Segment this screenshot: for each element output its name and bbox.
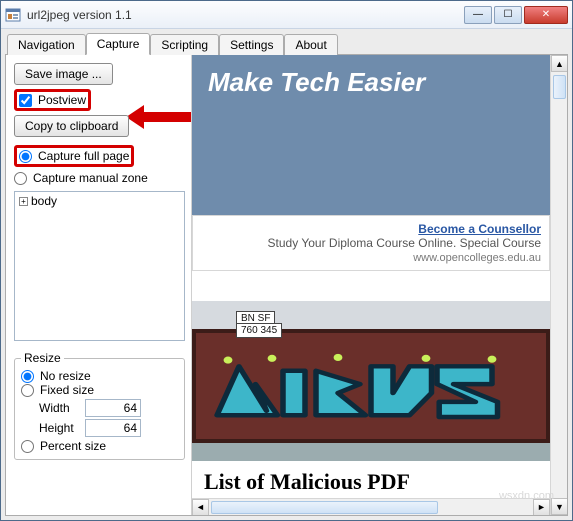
ad-link[interactable]: Become a Counsellor: [418, 222, 541, 236]
percent-size-radio[interactable]: [21, 440, 34, 453]
boxcar: BN SF 760 345: [192, 329, 550, 443]
tab-capture[interactable]: Capture: [86, 33, 151, 55]
capture-full-label: Capture full page: [38, 149, 129, 163]
percent-size-label: Percent size: [40, 439, 106, 453]
resize-group: Resize No resize Fixed size Width He: [14, 351, 185, 460]
resize-legend: Resize: [21, 351, 64, 365]
fixed-size-radio[interactable]: [21, 384, 34, 397]
annotation-highlight: Postview: [14, 89, 91, 111]
scroll-thumb[interactable]: [553, 75, 566, 99]
tree-node[interactable]: + body: [19, 194, 180, 208]
scroll-up-button[interactable]: ▲: [551, 55, 567, 72]
site-title: Make Tech Easier: [208, 67, 425, 215]
annotation-highlight: Capture full page: [14, 145, 134, 167]
tree-node-label: body: [31, 194, 57, 208]
width-input[interactable]: [85, 399, 141, 417]
scroll-left-button[interactable]: ◄: [192, 499, 209, 516]
minimize-button[interactable]: —: [464, 6, 492, 24]
graffiti-icon: [206, 353, 536, 433]
capture-manual-radio[interactable]: [14, 172, 27, 185]
capture-full-radio[interactable]: [19, 150, 32, 163]
client-area: Navigation Capture Scripting Settings Ab…: [1, 29, 572, 520]
app-icon: [5, 7, 21, 23]
tab-strip: Navigation Capture Scripting Settings Ab…: [5, 33, 568, 55]
scroll-down-button[interactable]: ▼: [551, 498, 567, 515]
scroll-track[interactable]: [209, 499, 533, 516]
no-resize-radio[interactable]: [21, 370, 34, 383]
dom-tree[interactable]: + body: [14, 191, 185, 341]
close-button[interactable]: ✕: [524, 6, 568, 24]
article-heading: List of Malicious PDF: [192, 461, 550, 495]
no-resize-label: No resize: [40, 369, 91, 383]
app-window: url2jpeg version 1.1 — ☐ ✕ Navigation Ca…: [0, 0, 573, 521]
tab-settings[interactable]: Settings: [219, 34, 284, 55]
tab-scripting[interactable]: Scripting: [150, 34, 219, 55]
tab-panel: Save image ... Postview Copy to clipboar…: [5, 54, 568, 516]
ad-block: Become a Counsellor Study Your Diploma C…: [192, 215, 550, 271]
horizontal-scrollbar[interactable]: ◄ ►: [192, 498, 550, 515]
titlebar: url2jpeg version 1.1 — ☐ ✕: [1, 1, 572, 29]
ad-domain: www.opencolleges.edu.au: [413, 252, 541, 264]
expand-icon[interactable]: +: [19, 197, 28, 206]
fixed-size-label: Fixed size: [40, 383, 94, 397]
capture-manual-label: Capture manual zone: [33, 171, 148, 185]
ad-text: Study Your Diploma Course Online. Specia…: [268, 236, 541, 250]
postview-label: Postview: [38, 93, 86, 107]
site-banner: Make Tech Easier: [192, 55, 550, 215]
height-input[interactable]: [85, 419, 141, 437]
controls-panel: Save image ... Postview Copy to clipboar…: [6, 55, 191, 515]
tab-navigation[interactable]: Navigation: [7, 34, 86, 55]
window-title: url2jpeg version 1.1: [27, 8, 462, 22]
postview-checkbox[interactable]: [19, 94, 32, 107]
save-image-button[interactable]: Save image ...: [14, 63, 113, 85]
width-label: Width: [39, 401, 77, 415]
height-label: Height: [39, 421, 77, 435]
scroll-thumb[interactable]: [211, 501, 438, 514]
copy-clipboard-button[interactable]: Copy to clipboard: [14, 115, 129, 137]
tab-about[interactable]: About: [284, 34, 337, 55]
captured-page: Make Tech Easier Become a Counsellor Stu…: [192, 55, 550, 498]
article-image: BN SF 760 345: [192, 301, 550, 461]
window-controls: — ☐ ✕: [462, 6, 568, 24]
vertical-scrollbar[interactable]: ▲ ▼: [550, 55, 567, 515]
preview-pane: Make Tech Easier Become a Counsellor Stu…: [191, 55, 567, 515]
maximize-button[interactable]: ☐: [494, 6, 522, 24]
car-number: 760 345: [236, 323, 282, 338]
scroll-right-button[interactable]: ►: [533, 499, 550, 516]
